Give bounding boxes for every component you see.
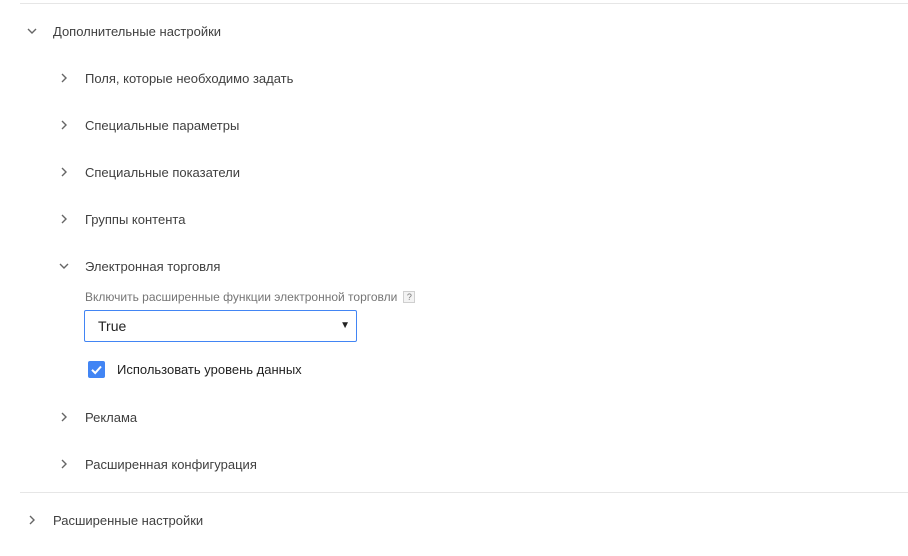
chevron-down-icon	[58, 260, 70, 272]
check-icon	[91, 365, 102, 374]
section-advanced-configuration[interactable]: Расширенная конфигурация	[58, 454, 257, 474]
section-custom-metrics[interactable]: Специальные показатели	[58, 162, 240, 182]
chevron-right-icon	[58, 166, 70, 178]
bottom-divider	[20, 492, 908, 493]
dropdown-arrow-icon: ▼	[340, 320, 350, 331]
select-value: True	[98, 318, 127, 334]
extended-settings-header[interactable]: Расширенные настройки	[26, 510, 203, 530]
chevron-right-icon	[58, 458, 70, 470]
section-label: Специальные показатели	[85, 164, 241, 180]
enhanced-ecommerce-select[interactable]: True ▼	[84, 310, 357, 342]
enhanced-ecommerce-label: Включить расширенные функции электронной…	[85, 290, 416, 304]
section-custom-dimensions[interactable]: Специальные параметры	[58, 115, 239, 135]
section-label: Специальные параметры	[85, 117, 240, 133]
section-label: Поля, которые необходимо задать	[85, 70, 294, 86]
section-required-fields[interactable]: Поля, которые необходимо задать	[58, 68, 293, 88]
section-label: Реклама	[85, 409, 138, 425]
chevron-right-icon	[58, 213, 70, 225]
use-data-layer-checkbox-row[interactable]: Использовать уровень данных	[88, 360, 302, 378]
chevron-right-icon	[26, 514, 38, 526]
advanced-settings-header[interactable]: Дополнительные настройки	[26, 21, 221, 41]
extended-settings-label: Расширенные настройки	[53, 512, 204, 528]
chevron-right-icon	[58, 72, 70, 84]
use-data-layer-checkbox[interactable]	[88, 360, 105, 378]
tag-settings-panel: Дополнительные настройки Поля, которые н…	[0, 0, 908, 556]
top-divider	[20, 3, 908, 4]
chevron-right-icon	[58, 119, 70, 131]
enhanced-ecommerce-label-text: Включить расширенные функции электронной…	[85, 290, 398, 304]
use-data-layer-label: Использовать уровень данных	[117, 361, 302, 377]
section-label: Расширенная конфигурация	[85, 456, 257, 472]
help-icon[interactable]: ?	[403, 291, 416, 303]
section-label: Группы контента	[85, 211, 186, 227]
chevron-down-icon	[26, 25, 38, 37]
section-label: Электронная торговля	[85, 258, 221, 274]
section-ecommerce[interactable]: Электронная торговля	[58, 256, 220, 276]
advanced-settings-label: Дополнительные настройки	[53, 23, 222, 39]
section-content-groups[interactable]: Группы контента	[58, 209, 185, 229]
section-advertising[interactable]: Реклама	[58, 407, 137, 427]
chevron-right-icon	[58, 411, 70, 423]
